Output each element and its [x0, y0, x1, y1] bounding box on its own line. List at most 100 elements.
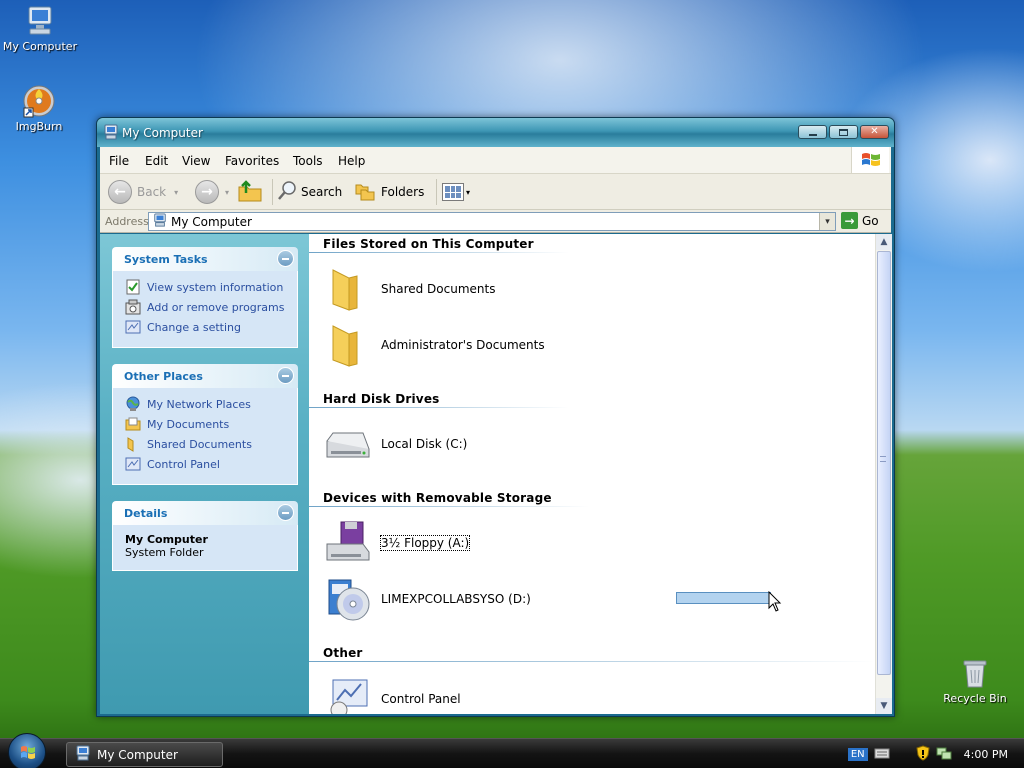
up-folder-icon	[237, 179, 263, 206]
panel-title: Details	[124, 507, 168, 520]
search-button[interactable]: Search	[276, 179, 342, 205]
item-label: Shared Documents	[381, 282, 496, 296]
desktop-icon-label: Recycle Bin	[943, 692, 1007, 705]
details-panel: Details My Computer System Folder	[112, 501, 298, 571]
task-change-setting[interactable]: Change a setting	[125, 317, 287, 337]
computer-icon	[75, 745, 91, 764]
desktop-icon-imgburn[interactable]: ImgBurn	[1, 84, 77, 133]
hard-disk-icon	[323, 419, 373, 469]
vertical-scrollbar[interactable]: ▲ ▼	[875, 234, 892, 714]
group-header: Hard Disk Drives	[323, 392, 440, 406]
control-panel-icon	[125, 456, 141, 472]
place-label: My Documents	[147, 417, 230, 431]
control-panel-icon	[125, 319, 141, 335]
task-view-system-information[interactable]: View system information	[125, 277, 287, 297]
scroll-up-icon[interactable]: ▲	[876, 234, 892, 250]
menu-view[interactable]: View	[182, 154, 210, 168]
back-arrow-icon: ←	[108, 180, 132, 204]
place-label: Control Panel	[147, 457, 220, 471]
clock[interactable]: 4:00 PM	[964, 748, 1008, 761]
close-icon: ✕	[870, 126, 879, 137]
computer-icon	[103, 124, 119, 140]
search-icon	[276, 180, 298, 205]
imgburn-icon	[22, 84, 56, 118]
back-button[interactable]: ← Back ▾	[108, 179, 178, 205]
go-button[interactable]: → Go	[841, 212, 879, 229]
folders-label: Folders	[381, 185, 425, 199]
go-label: Go	[862, 213, 879, 228]
mouse-cursor-icon	[768, 590, 782, 616]
security-shield-icon[interactable]	[916, 744, 930, 764]
menu-favorites[interactable]: Favorites	[225, 154, 279, 168]
maximize-button[interactable]	[829, 125, 858, 139]
item-shared-documents[interactable]: Shared Documents	[323, 264, 495, 314]
menu-bar: File Edit View Favorites Tools Help	[100, 147, 891, 174]
menu-help[interactable]: Help	[338, 154, 365, 168]
window-title: My Computer	[122, 126, 203, 140]
details-header[interactable]: Details	[112, 501, 298, 525]
windows-flag-icon	[851, 147, 889, 173]
recycle-bin-icon	[958, 656, 992, 690]
minimize-icon	[808, 133, 817, 136]
address-label: Address	[105, 215, 149, 228]
collapse-icon[interactable]	[277, 250, 294, 267]
back-dropdown-icon: ▾	[174, 187, 179, 197]
task-add-remove-programs[interactable]: Add or remove programs	[125, 297, 287, 317]
keyboard-icon[interactable]	[874, 747, 890, 762]
menu-edit[interactable]: Edit	[145, 154, 168, 168]
task-pane: System Tasks View system information Add…	[100, 234, 309, 714]
task-label: Add or remove programs	[147, 300, 285, 314]
address-dropdown-button[interactable]: ▾	[819, 213, 835, 230]
maximize-icon	[839, 128, 848, 136]
place-label: Shared Documents	[147, 437, 252, 451]
views-button[interactable]: ▾	[442, 179, 470, 205]
computer-icon	[153, 213, 167, 230]
other-places-header[interactable]: Other Places	[112, 364, 298, 388]
start-button[interactable]	[8, 733, 46, 768]
folders-button[interactable]: Folders	[354, 179, 424, 205]
floppy-drive-icon	[323, 518, 373, 568]
collapse-icon[interactable]	[277, 504, 294, 521]
system-tasks-header[interactable]: System Tasks	[112, 247, 298, 271]
desktop-icon-recycle-bin[interactable]: Recycle Bin	[937, 656, 1013, 705]
forward-button[interactable]: → ▾	[195, 179, 229, 205]
file-view: Files Stored on This Computer Shared Doc…	[309, 234, 875, 714]
address-bar: Address My Computer ▾ → Go	[100, 210, 891, 233]
close-button[interactable]: ✕	[860, 125, 889, 139]
control-panel-icon	[323, 674, 373, 714]
item-dvd-d[interactable]: LIMEXPCOLLABSYSO (D:)	[323, 574, 531, 624]
taskbar-button-my-computer[interactable]: My Computer	[66, 742, 223, 767]
system-tasks-panel: System Tasks View system information Add…	[112, 247, 298, 348]
toolbar: ← Back ▾ → ▾ Search Folders ▾	[100, 174, 891, 210]
menu-file[interactable]: File	[109, 154, 129, 168]
desktop-icon-my-computer[interactable]: My Computer	[2, 4, 78, 53]
group-header: Devices with Removable Storage	[323, 491, 552, 505]
checklist-icon	[125, 279, 141, 295]
item-floppy-a[interactable]: 3½ Floppy (A:)	[323, 518, 471, 568]
place-my-documents[interactable]: My Documents	[125, 414, 287, 434]
network-icon[interactable]	[936, 745, 952, 764]
minimize-button[interactable]	[798, 125, 827, 139]
language-indicator[interactable]: EN	[847, 747, 868, 761]
desktop-icon-label: My Computer	[2, 40, 78, 53]
collapse-icon[interactable]	[277, 367, 294, 384]
item-administrators-documents[interactable]: Administrator's Documents	[323, 320, 545, 370]
place-control-panel[interactable]: Control Panel	[125, 454, 287, 474]
title-bar[interactable]: My Computer ✕	[97, 118, 894, 147]
up-folder-button[interactable]	[237, 179, 263, 205]
item-control-panel[interactable]: Control Panel	[323, 674, 461, 714]
item-label: 3½ Floppy (A:)	[379, 535, 471, 551]
system-tray: EN 4:00 PM	[847, 739, 1024, 768]
item-local-disk-c[interactable]: Local Disk (C:)	[323, 419, 467, 469]
place-shared-documents[interactable]: Shared Documents	[125, 434, 287, 454]
place-my-network-places[interactable]: My Network Places	[125, 394, 287, 414]
folders-icon	[354, 180, 376, 205]
scroll-down-icon[interactable]: ▼	[876, 698, 892, 714]
scroll-thumb[interactable]	[877, 251, 891, 675]
item-label: Administrator's Documents	[381, 338, 545, 352]
forward-dropdown-icon: ▾	[225, 187, 230, 197]
address-value: My Computer	[171, 214, 252, 229]
desktop-icon-label: ImgBurn	[15, 120, 63, 133]
menu-tools[interactable]: Tools	[293, 154, 323, 168]
address-input[interactable]: My Computer ▾	[148, 212, 836, 231]
